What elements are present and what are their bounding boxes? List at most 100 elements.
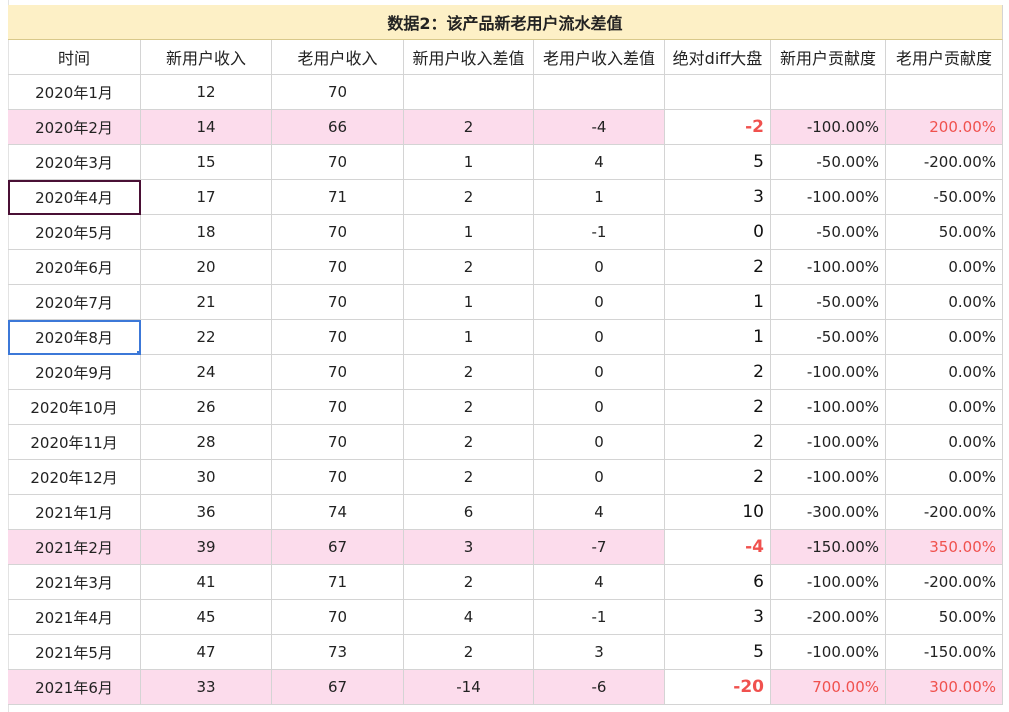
- cell-new-income[interactable]: 41: [141, 565, 272, 600]
- cell-old-contrib[interactable]: 0.00%: [886, 355, 1003, 390]
- cell-abs-diff[interactable]: [665, 75, 771, 110]
- cell-old-diff[interactable]: -1: [534, 215, 665, 250]
- cell-new-contrib[interactable]: -200.00%: [771, 600, 886, 635]
- cell-new-contrib[interactable]: -50.00%: [771, 215, 886, 250]
- cell-old-diff[interactable]: -4: [534, 110, 665, 145]
- cell-old-contrib[interactable]: -150.00%: [886, 635, 1003, 670]
- sheet-title[interactable]: 数据2：该产品新老用户流水差值: [8, 5, 1003, 40]
- cell-new-income[interactable]: 12: [141, 75, 272, 110]
- cell-new-diff[interactable]: 2: [404, 635, 534, 670]
- cell-new-income[interactable]: 28: [141, 425, 272, 460]
- cell-old-contrib[interactable]: 0.00%: [886, 425, 1003, 460]
- cell-new-income[interactable]: 33: [141, 670, 272, 705]
- cell-new-diff[interactable]: [404, 75, 534, 110]
- cell-new-diff[interactable]: 2: [404, 355, 534, 390]
- cell-new-contrib[interactable]: -100.00%: [771, 110, 886, 145]
- header-new-diff[interactable]: 新用户收入差值: [404, 40, 534, 75]
- cell-old-diff[interactable]: -6: [534, 670, 665, 705]
- cell-new-contrib[interactable]: -300.00%: [771, 495, 886, 530]
- cell-time[interactable]: 2020年7月: [8, 285, 141, 320]
- cell-abs-diff[interactable]: 3: [665, 180, 771, 215]
- cell-old-diff[interactable]: 0: [534, 320, 665, 355]
- cell-time[interactable]: 2020年12月: [8, 460, 141, 495]
- header-old-diff[interactable]: 老用户收入差值: [534, 40, 665, 75]
- cell-new-diff[interactable]: 1: [404, 285, 534, 320]
- cell-new-diff[interactable]: 1: [404, 145, 534, 180]
- cell-new-income[interactable]: 14: [141, 110, 272, 145]
- cell-old-contrib[interactable]: 0.00%: [886, 285, 1003, 320]
- cell-time[interactable]: 2020年3月: [8, 145, 141, 180]
- cell-old-diff[interactable]: 3: [534, 635, 665, 670]
- cell-new-diff[interactable]: 6: [404, 495, 534, 530]
- cell-abs-diff[interactable]: 2: [665, 460, 771, 495]
- cell-time[interactable]: 2020年2月: [8, 110, 141, 145]
- cell-new-income[interactable]: 36: [141, 495, 272, 530]
- cell-old-contrib[interactable]: 0.00%: [886, 390, 1003, 425]
- cell-new-diff[interactable]: 2: [404, 565, 534, 600]
- cell-new-diff[interactable]: 2: [404, 180, 534, 215]
- cell-new-diff[interactable]: 2: [404, 425, 534, 460]
- cell-new-income[interactable]: 45: [141, 600, 272, 635]
- cell-old-contrib[interactable]: [886, 75, 1003, 110]
- cell-time[interactable]: 2021年2月: [8, 530, 141, 565]
- cell-time[interactable]: 2021年6月: [8, 670, 141, 705]
- cell-new-contrib[interactable]: -100.00%: [771, 635, 886, 670]
- header-abs-diff[interactable]: 绝对diff大盘: [665, 40, 771, 75]
- header-time[interactable]: 时间: [8, 40, 141, 75]
- cell-new-contrib[interactable]: -100.00%: [771, 250, 886, 285]
- cell-old-income[interactable]: 70: [272, 355, 404, 390]
- cell-time[interactable]: 2021年3月: [8, 565, 141, 600]
- cell-new-contrib[interactable]: -100.00%: [771, 565, 886, 600]
- cell-abs-diff[interactable]: 3: [665, 600, 771, 635]
- cell-new-contrib[interactable]: -50.00%: [771, 145, 886, 180]
- cell-old-contrib[interactable]: 0.00%: [886, 460, 1003, 495]
- cell-time[interactable]: 2020年4月: [8, 180, 141, 215]
- cell-old-diff[interactable]: 0: [534, 390, 665, 425]
- cell-old-income[interactable]: 70: [272, 145, 404, 180]
- header-old-contrib[interactable]: 老用户贡献度: [886, 40, 1003, 75]
- cell-new-diff[interactable]: -14: [404, 670, 534, 705]
- cell-new-contrib[interactable]: -100.00%: [771, 355, 886, 390]
- cell-abs-diff[interactable]: 1: [665, 320, 771, 355]
- cell-new-contrib[interactable]: [771, 75, 886, 110]
- cell-abs-diff[interactable]: -4: [665, 530, 771, 565]
- cell-old-income[interactable]: 66: [272, 110, 404, 145]
- cell-time[interactable]: 2020年1月: [8, 75, 141, 110]
- cell-old-income[interactable]: 70: [272, 215, 404, 250]
- cell-old-income[interactable]: 73: [272, 635, 404, 670]
- cell-old-contrib[interactable]: 50.00%: [886, 215, 1003, 250]
- header-new-income[interactable]: 新用户收入: [141, 40, 272, 75]
- cell-new-income[interactable]: 24: [141, 355, 272, 390]
- cell-old-income[interactable]: 67: [272, 670, 404, 705]
- cell-old-diff[interactable]: 0: [534, 250, 665, 285]
- cell-new-income[interactable]: 20: [141, 250, 272, 285]
- cell-old-diff[interactable]: 1: [534, 180, 665, 215]
- cell-new-contrib[interactable]: -50.00%: [771, 320, 886, 355]
- cell-time[interactable]: 2020年6月: [8, 250, 141, 285]
- cell-old-contrib[interactable]: 200.00%: [886, 110, 1003, 145]
- cell-old-diff[interactable]: 0: [534, 425, 665, 460]
- cell-old-income[interactable]: 74: [272, 495, 404, 530]
- cell-new-diff[interactable]: 2: [404, 460, 534, 495]
- cell-new-diff[interactable]: 2: [404, 110, 534, 145]
- cell-abs-diff[interactable]: 10: [665, 495, 771, 530]
- cell-old-diff[interactable]: -7: [534, 530, 665, 565]
- header-old-income[interactable]: 老用户收入: [272, 40, 404, 75]
- cell-old-income[interactable]: 67: [272, 530, 404, 565]
- cell-new-diff[interactable]: 4: [404, 600, 534, 635]
- cell-new-income[interactable]: 18: [141, 215, 272, 250]
- cell-time[interactable]: 2020年8月: [8, 320, 141, 355]
- cell-new-income[interactable]: 30: [141, 460, 272, 495]
- cell-time[interactable]: 2020年11月: [8, 425, 141, 460]
- cell-time[interactable]: 2020年9月: [8, 355, 141, 390]
- cell-old-income[interactable]: 70: [272, 320, 404, 355]
- cell-old-diff[interactable]: 4: [534, 565, 665, 600]
- cell-abs-diff[interactable]: 0: [665, 215, 771, 250]
- cell-old-income[interactable]: 70: [272, 390, 404, 425]
- cell-old-contrib[interactable]: -200.00%: [886, 145, 1003, 180]
- header-new-contrib[interactable]: 新用户贡献度: [771, 40, 886, 75]
- cell-old-income[interactable]: 70: [272, 425, 404, 460]
- cell-abs-diff[interactable]: 5: [665, 635, 771, 670]
- cell-new-contrib[interactable]: 700.00%: [771, 670, 886, 705]
- cell-old-contrib[interactable]: 50.00%: [886, 600, 1003, 635]
